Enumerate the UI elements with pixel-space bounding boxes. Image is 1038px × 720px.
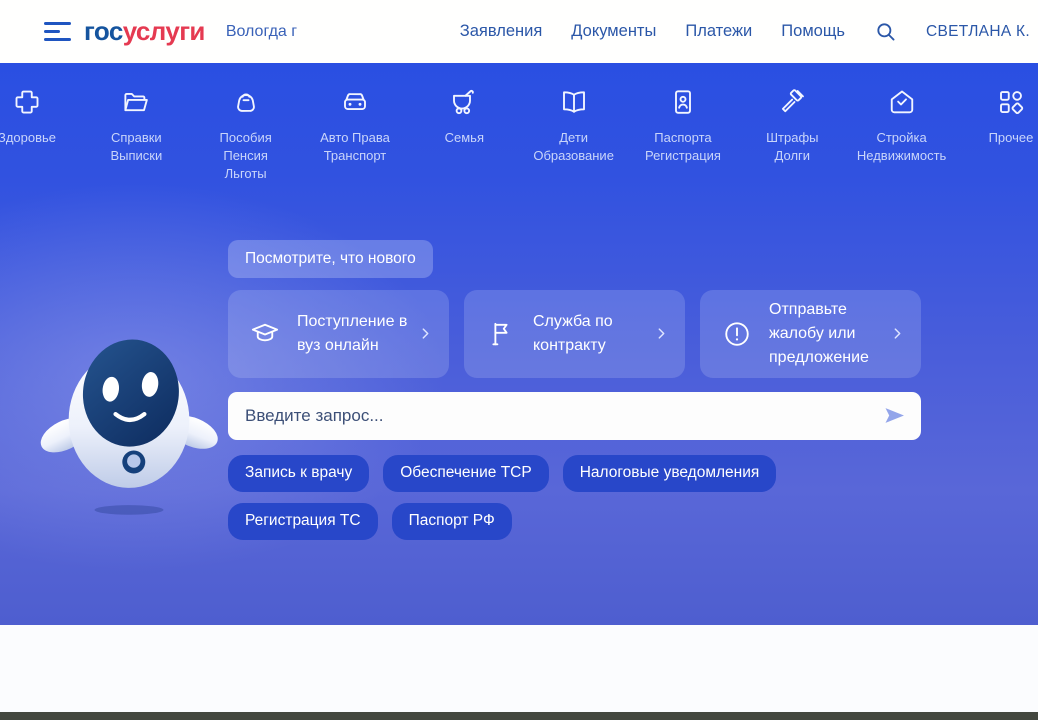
open-book-icon [559,84,589,120]
chip-tax-notifications[interactable]: Налоговые уведомления [563,455,777,492]
category-certificates[interactable]: Справки Выписки [82,84,190,183]
card-label: Служба по контракту [533,310,654,358]
health-cross-icon [12,84,42,120]
card-label: Отправьте жалобу или предложение [769,298,890,370]
category-band: Здоровье Справки Выписки Пособия Пенсия … [0,63,1038,183]
gavel-icon [777,84,807,120]
chip-vehicle-registration[interactable]: Регистрация ТС [228,503,378,540]
chevron-right-icon [890,326,905,341]
open-folder-icon [121,84,151,120]
chevron-right-icon [654,326,669,341]
header-nav: Заявления Документы Платежи Помощь СВЕТЛ… [460,20,1032,43]
category-label: Стройка Недвижимость [857,129,946,165]
category-benefits[interactable]: Пособия Пенсия Льготы [192,84,300,183]
category-children-education[interactable]: Дети Образование [520,84,628,183]
magnifier-icon[interactable] [874,20,897,43]
nav-documents[interactable]: Документы [571,22,656,41]
category-label: Прочее [989,129,1034,147]
purse-icon [231,84,261,120]
car-icon [340,84,370,120]
chip-rf-passport[interactable]: Паспорт РФ [392,503,512,540]
category-family[interactable]: Семья [410,84,518,183]
user-account-button[interactable]: СВЕТЛАНА К. [926,23,1032,41]
logo-part-blue: гос [84,16,123,46]
category-label: Авто Права Транспорт [320,129,390,165]
chevron-right-icon [418,326,433,341]
flag-icon [486,319,516,349]
category-label: Пособия Пенсия Льготы [220,129,272,183]
main-blue-section: Здоровье Справки Выписки Пособия Пенсия … [0,63,1038,625]
send-icon[interactable] [881,402,908,429]
category-label: Справки Выписки [110,129,162,165]
top-header: госуслуги Вологда г Заявления Документы … [0,0,1038,63]
robot-assistant-mascot[interactable] [38,316,220,518]
chip-doctor-appointment[interactable]: Запись к врачу [228,455,369,492]
category-health[interactable]: Здоровье [0,84,81,183]
category-label: Паспорта Регистрация [645,129,721,165]
nav-help[interactable]: Помощь [781,22,845,41]
nav-applications[interactable]: Заявления [460,22,543,41]
category-label: Семья [445,129,484,147]
category-fines-debts[interactable]: Штрафы Долги [738,84,846,183]
category-label: Здоровье [0,129,56,147]
nav-payments[interactable]: Платежи [685,22,752,41]
graduation-cap-icon [250,319,280,349]
chip-tsr-provision[interactable]: Обеспечение ТСР [383,455,548,492]
card-contract-service[interactable]: Служба по контракту [464,290,685,378]
house-check-icon [887,84,917,120]
bottom-window-edge [0,712,1038,720]
category-passports[interactable]: Паспорта Регистрация [629,84,737,183]
footer-area [0,625,1038,712]
category-other[interactable]: Прочее [957,84,1038,183]
card-label: Поступление в вуз онлайн [297,310,418,358]
quick-chips: Запись к врачу Обеспечение ТСР Налоговые… [228,455,933,540]
exclamation-circle-icon [722,319,752,349]
category-auto[interactable]: Авто Права Транспорт [301,84,409,183]
category-label: Дети Образование [533,129,614,165]
category-construction-realty[interactable]: Стройка Недвижимость [848,84,956,183]
assistant-search-bar [228,392,921,440]
gosuslugi-logo[interactable]: госуслуги [84,16,205,47]
category-label: Штрафы Долги [766,129,818,165]
stroller-icon [449,84,479,120]
location-selector[interactable]: Вологда г [226,23,297,41]
hamburger-icon[interactable] [44,18,71,46]
search-input[interactable] [243,405,881,427]
card-complaint-suggestion[interactable]: Отправьте жалобу или предложение [700,290,921,378]
whats-new-button[interactable]: Посмотрите, что нового [228,240,433,278]
passport-icon [668,84,698,120]
logo-part-red: услуги [123,16,205,46]
card-university-admission[interactable]: Поступление в вуз онлайн [228,290,449,378]
promo-cards: Поступление в вуз онлайн Служба по контр… [228,290,921,378]
grid-shapes-icon [996,84,1026,120]
